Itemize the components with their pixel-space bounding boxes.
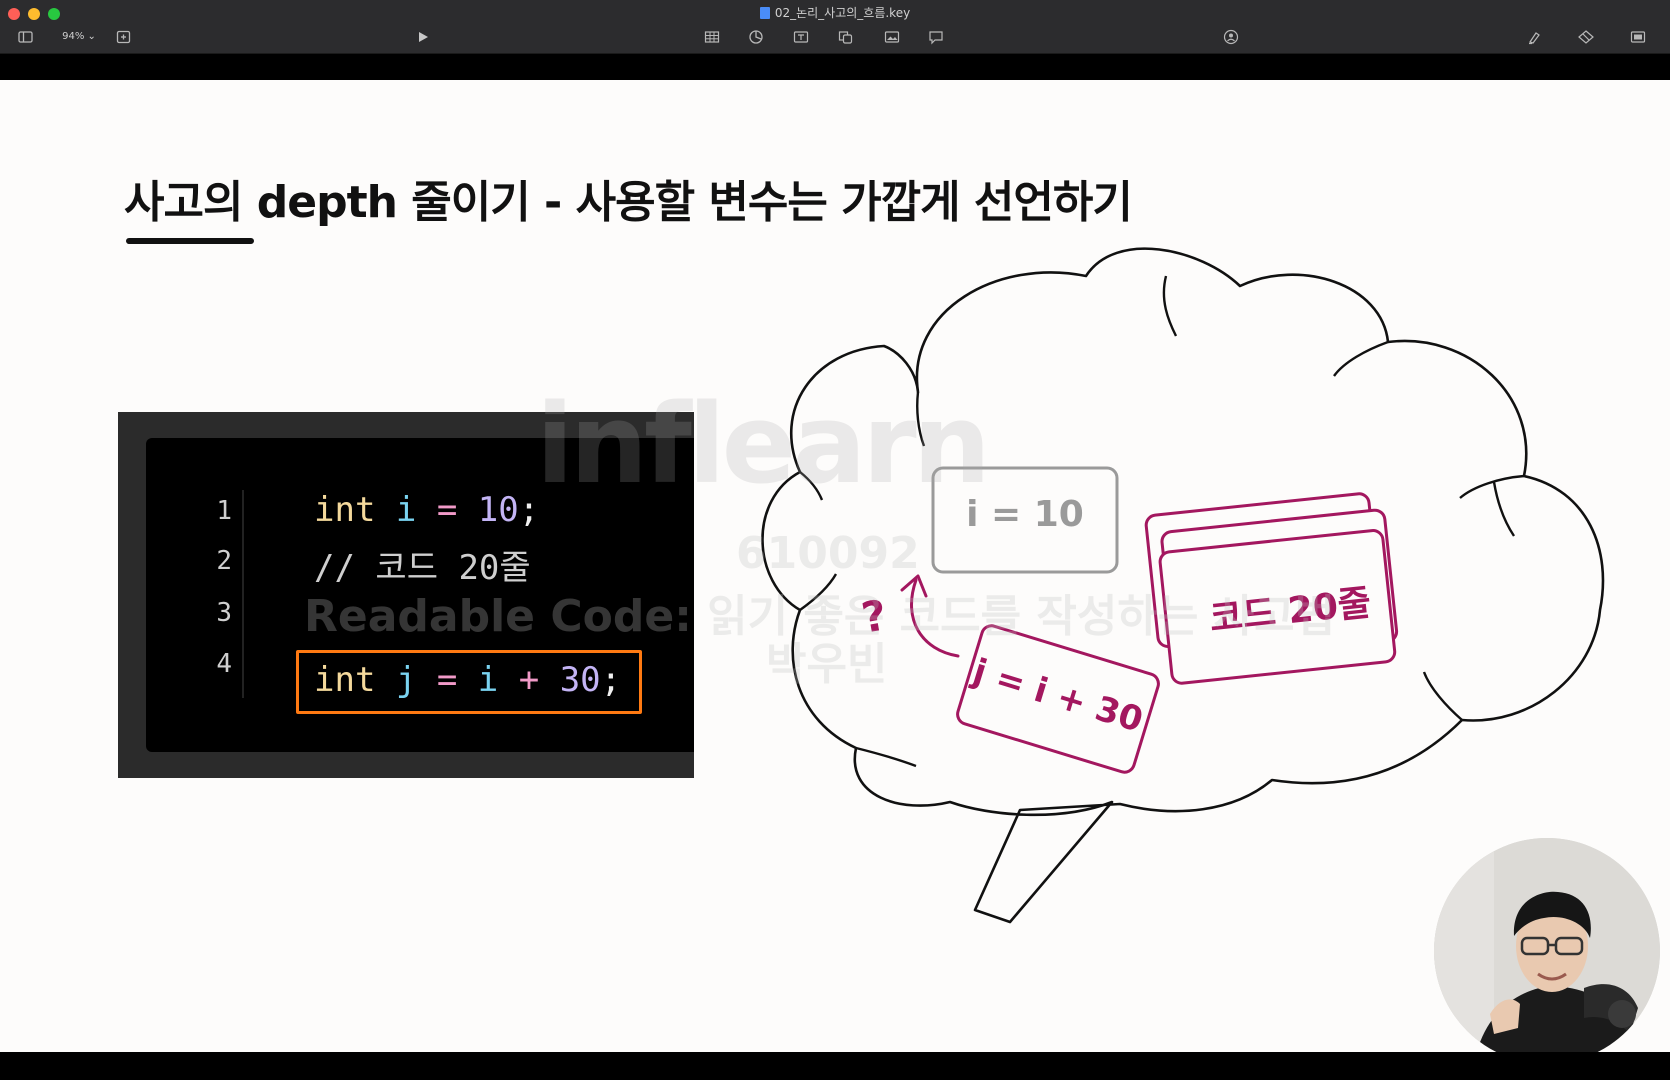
zoom-value: 94% <box>62 31 85 42</box>
shape-icon[interactable] <box>838 28 854 46</box>
slide-top-gap <box>0 55 1670 80</box>
comment-icon[interactable] <box>928 28 944 46</box>
watermark-author: 박우빈 <box>766 639 888 690</box>
document-title: 02_논리_사고의_흐름.key <box>0 4 1670 21</box>
zoom-select[interactable]: 94% ⌄ <box>54 28 104 46</box>
keynote-document-icon <box>759 7 770 19</box>
text-icon[interactable] <box>793 28 809 46</box>
slide-canvas[interactable]: 사고의 depth 줄이기 - 사용할 변수는 가깝게 선언하기 1 2 3 4… <box>0 80 1670 1052</box>
slide-bottom-gap <box>0 1052 1670 1080</box>
chart-icon[interactable] <box>748 28 764 46</box>
inflearn-watermark-logo: inflearn <box>536 380 991 508</box>
presenter-webcam <box>1434 838 1660 1052</box>
presenter-avatar <box>1434 838 1660 1052</box>
document-title-text: 02_논리_사고의_흐름.key <box>774 6 911 20</box>
window-titlebar: 02_논리_사고의_흐름.key 94% ⌄ <box>0 0 1670 54</box>
play-icon[interactable] <box>416 28 430 46</box>
format-icon[interactable] <box>1526 28 1542 46</box>
animate-icon[interactable] <box>1577 28 1595 46</box>
document-icon[interactable] <box>1630 28 1646 46</box>
collaborate-icon[interactable] <box>1222 28 1240 46</box>
add-slide-icon[interactable] <box>116 28 132 46</box>
watermark-user-id: 610092 <box>736 528 920 579</box>
sidebar-icon[interactable] <box>18 28 34 46</box>
media-icon[interactable] <box>884 28 900 46</box>
table-icon[interactable] <box>704 28 720 46</box>
